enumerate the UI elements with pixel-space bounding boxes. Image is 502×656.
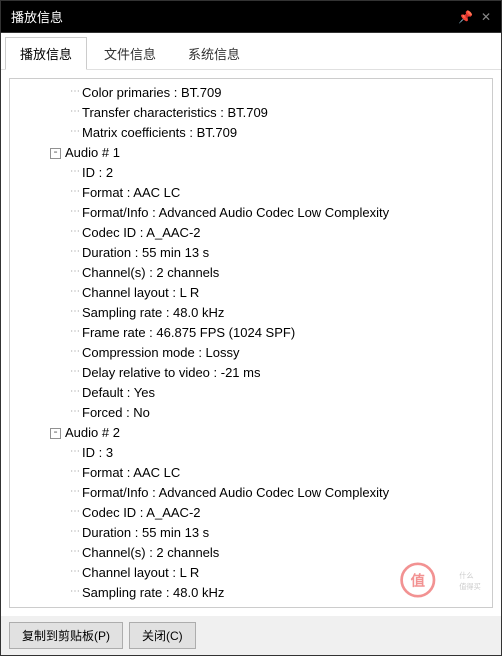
collapse-icon[interactable]: - [50, 428, 61, 439]
tree-item[interactable]: ⋯Format/Info : Advanced Audio Codec Low … [10, 483, 492, 503]
tree-label: Audio # 2 [65, 423, 120, 443]
tree-item[interactable]: ⋯Format/Info : Advanced Audio Codec Low … [10, 203, 492, 223]
tree-label: Channel layout : L R [82, 563, 199, 583]
tree-label: Sampling rate : 48.0 kHz [82, 583, 224, 603]
window-title: 播放信息 [11, 7, 63, 26]
collapse-icon[interactable]: - [50, 148, 61, 159]
tree-label: Delay relative to video : -21 ms [82, 363, 260, 383]
window-body: 播放信息 文件信息 系统信息 ⋯Color primaries : BT.709… [0, 33, 502, 656]
tree-group-audio2[interactable]: -Audio # 2 [10, 423, 492, 443]
tree-label: Codec ID : A_AAC-2 [82, 223, 201, 243]
tree-label: Audio # 1 [65, 143, 120, 163]
tree-label: Matrix coefficients : BT.709 [82, 123, 237, 143]
tree-item[interactable]: ⋯Channel(s) : 2 channels [10, 543, 492, 563]
tree-item[interactable]: ⋯Default : Yes [10, 383, 492, 403]
tree-label: Channel layout : L R [82, 283, 199, 303]
info-tree-panel[interactable]: ⋯Color primaries : BT.709 ⋯Transfer char… [9, 78, 493, 608]
tree-item[interactable]: ⋯Codec ID : A_AAC-2 [10, 223, 492, 243]
close-button[interactable]: 关闭(C) [129, 622, 196, 649]
tree-label: Channel(s) : 2 channels [82, 263, 219, 283]
tree-item[interactable]: ⋯Channel layout : L R [10, 283, 492, 303]
tree-item[interactable]: ⋯Matrix coefficients : BT.709 [10, 123, 492, 143]
titlebar: 播放信息 📌 ✕ [0, 0, 502, 33]
titlebar-controls: 📌 ✕ [458, 10, 491, 24]
tree-item[interactable]: ⋯Delay relative to video : -21 ms [10, 363, 492, 383]
tree-item[interactable]: ⋯Frame rate : 46.875 FPS (1024 SPF) [10, 323, 492, 343]
tree-label: Duration : 55 min 13 s [82, 523, 209, 543]
tab-playback-info[interactable]: 播放信息 [5, 37, 87, 70]
tree-label: Format/Info : Advanced Audio Codec Low C… [82, 483, 389, 503]
tree-label: Default : Yes [82, 383, 155, 403]
tree-item[interactable]: ⋯Duration : 55 min 13 s [10, 243, 492, 263]
tree-item[interactable]: ⋯Color primaries : BT.709 [10, 83, 492, 103]
tab-system-info[interactable]: 系统信息 [173, 37, 255, 69]
tree-item[interactable]: ⋯Format : AAC LC [10, 183, 492, 203]
tree-group-audio1[interactable]: -Audio # 1 [10, 143, 492, 163]
tree-label: Format/Info : Advanced Audio Codec Low C… [82, 203, 389, 223]
tree-item[interactable]: ⋯Channel(s) : 2 channels [10, 263, 492, 283]
tree-item[interactable]: ⋯ID : 2 [10, 163, 492, 183]
tree-item[interactable]: ⋯Transfer characteristics : BT.709 [10, 103, 492, 123]
tree-item[interactable]: ⋯Duration : 55 min 13 s [10, 523, 492, 543]
tree-label: Transfer characteristics : BT.709 [82, 103, 268, 123]
copy-to-clipboard-button[interactable]: 复制到剪贴板(P) [9, 622, 123, 649]
tree-label: Codec ID : A_AAC-2 [82, 503, 201, 523]
tree-label: Channel(s) : 2 channels [82, 543, 219, 563]
tree-label: Color primaries : BT.709 [82, 83, 221, 103]
close-icon[interactable]: ✕ [481, 10, 491, 24]
tree-label: Duration : 55 min 13 s [82, 243, 209, 263]
tab-bar: 播放信息 文件信息 系统信息 [1, 33, 501, 70]
tree-label: ID : 3 [82, 443, 113, 463]
tree-label: Sampling rate : 48.0 kHz [82, 303, 224, 323]
tree-item[interactable]: ⋯Forced : No [10, 403, 492, 423]
tree-label: Compression mode : Lossy [82, 343, 240, 363]
tree-label: ID : 2 [82, 163, 113, 183]
tree-item[interactable]: ⋯Format : AAC LC [10, 463, 492, 483]
info-tree: ⋯Color primaries : BT.709 ⋯Transfer char… [10, 83, 492, 603]
tree-item[interactable]: ⋯ID : 3 [10, 443, 492, 463]
tree-label: Forced : No [82, 403, 150, 423]
tree-item[interactable]: ⋯Sampling rate : 48.0 kHz [10, 303, 492, 323]
tree-item[interactable]: ⋯Compression mode : Lossy [10, 343, 492, 363]
tree-item[interactable]: ⋯Channel layout : L R [10, 563, 492, 583]
tab-file-info[interactable]: 文件信息 [89, 37, 171, 69]
tree-item[interactable]: ⋯Sampling rate : 48.0 kHz [10, 583, 492, 603]
pin-icon[interactable]: 📌 [458, 10, 473, 24]
button-bar: 复制到剪贴板(P) 关闭(C) [1, 616, 501, 655]
tree-label: Format : AAC LC [82, 463, 180, 483]
tree-item[interactable]: ⋯Codec ID : A_AAC-2 [10, 503, 492, 523]
tree-label: Frame rate : 46.875 FPS (1024 SPF) [82, 323, 295, 343]
tree-label: Format : AAC LC [82, 183, 180, 203]
